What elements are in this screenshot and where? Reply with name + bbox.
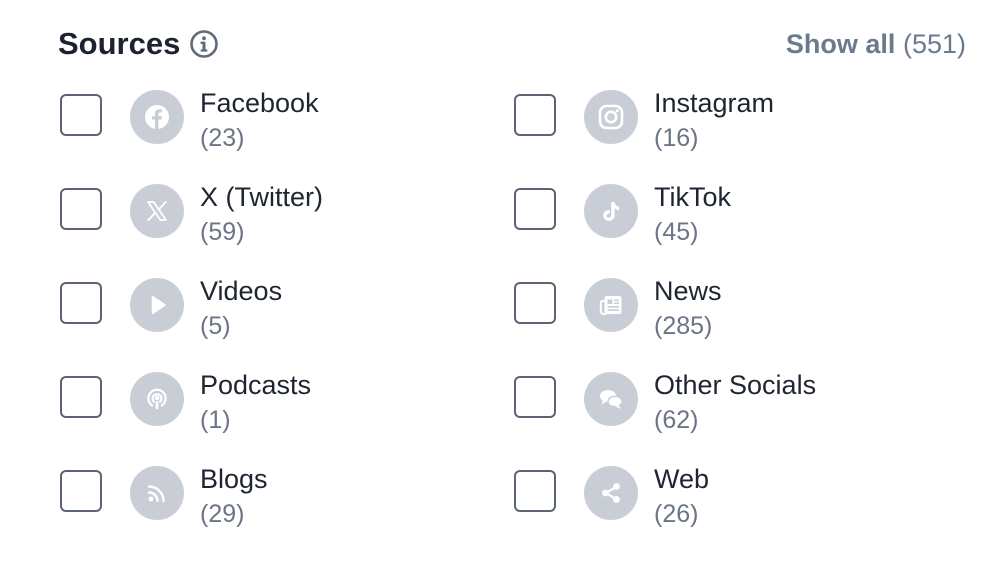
show-all-link[interactable]: Show all (551) — [786, 22, 966, 66]
sources-header: Sources Show all (551) — [58, 22, 966, 66]
share-icon — [584, 466, 638, 520]
info-icon[interactable] — [189, 29, 219, 59]
source-count: (26) — [654, 500, 699, 528]
checkbox-blogs[interactable] — [60, 470, 102, 512]
source-label: TikTok — [654, 182, 732, 212]
source-item-other-socials[interactable]: Other Socials (62) — [514, 370, 934, 440]
chat-bubbles-icon — [584, 372, 638, 426]
source-label: Facebook — [200, 88, 319, 118]
source-item-web[interactable]: Web (26) — [514, 464, 934, 534]
checkbox-tiktok[interactable] — [514, 188, 556, 230]
source-label: Other Socials — [654, 370, 817, 400]
checkbox-instagram[interactable] — [514, 94, 556, 136]
checkbox-x-twitter[interactable] — [60, 188, 102, 230]
source-count: (5) — [200, 312, 231, 340]
source-label: Podcasts — [200, 370, 312, 400]
source-count: (23) — [200, 124, 245, 152]
source-item-instagram[interactable]: Instagram (16) — [514, 88, 934, 158]
show-all-count: (551) — [902, 29, 966, 59]
source-item-facebook[interactable]: Facebook (23) — [60, 88, 480, 158]
source-item-blogs[interactable]: Blogs (29) — [60, 464, 480, 534]
source-label: News — [654, 276, 722, 306]
source-label: Instagram — [654, 88, 775, 118]
source-item-news[interactable]: News (285) — [514, 276, 934, 346]
sources-filter-panel: Sources Show all (551) Facebook (23) Ins… — [0, 0, 1008, 564]
instagram-icon — [584, 90, 638, 144]
source-count: (285) — [654, 312, 713, 340]
source-label: Videos — [200, 276, 283, 306]
source-item-tiktok[interactable]: TikTok (45) — [514, 182, 934, 252]
sources-title: Sources — [58, 26, 181, 61]
source-count: (45) — [654, 218, 699, 246]
checkbox-news[interactable] — [514, 282, 556, 324]
source-count: (62) — [654, 406, 699, 434]
checkbox-podcasts[interactable] — [60, 376, 102, 418]
checkbox-web[interactable] — [514, 470, 556, 512]
tiktok-icon — [584, 184, 638, 238]
play-icon — [130, 278, 184, 332]
source-item-videos[interactable]: Videos (5) — [60, 276, 480, 346]
checkbox-facebook[interactable] — [60, 94, 102, 136]
source-count: (59) — [200, 218, 245, 246]
show-all-label: Show all — [785, 29, 896, 59]
facebook-icon — [130, 90, 184, 144]
x-twitter-icon — [130, 184, 184, 238]
checkbox-other-socials[interactable] — [514, 376, 556, 418]
source-label: X (Twitter) — [200, 182, 324, 212]
source-label: Blogs — [200, 464, 268, 494]
checkbox-videos[interactable] — [60, 282, 102, 324]
source-label: Web — [654, 464, 710, 494]
podcast-icon — [130, 372, 184, 426]
source-item-podcasts[interactable]: Podcasts (1) — [60, 370, 480, 440]
source-count: (1) — [200, 406, 231, 434]
source-count: (29) — [200, 500, 245, 528]
source-count: (16) — [654, 124, 699, 152]
source-item-x-twitter[interactable]: X (Twitter) (59) — [60, 182, 480, 252]
newspaper-icon — [584, 278, 638, 332]
rss-icon — [130, 466, 184, 520]
